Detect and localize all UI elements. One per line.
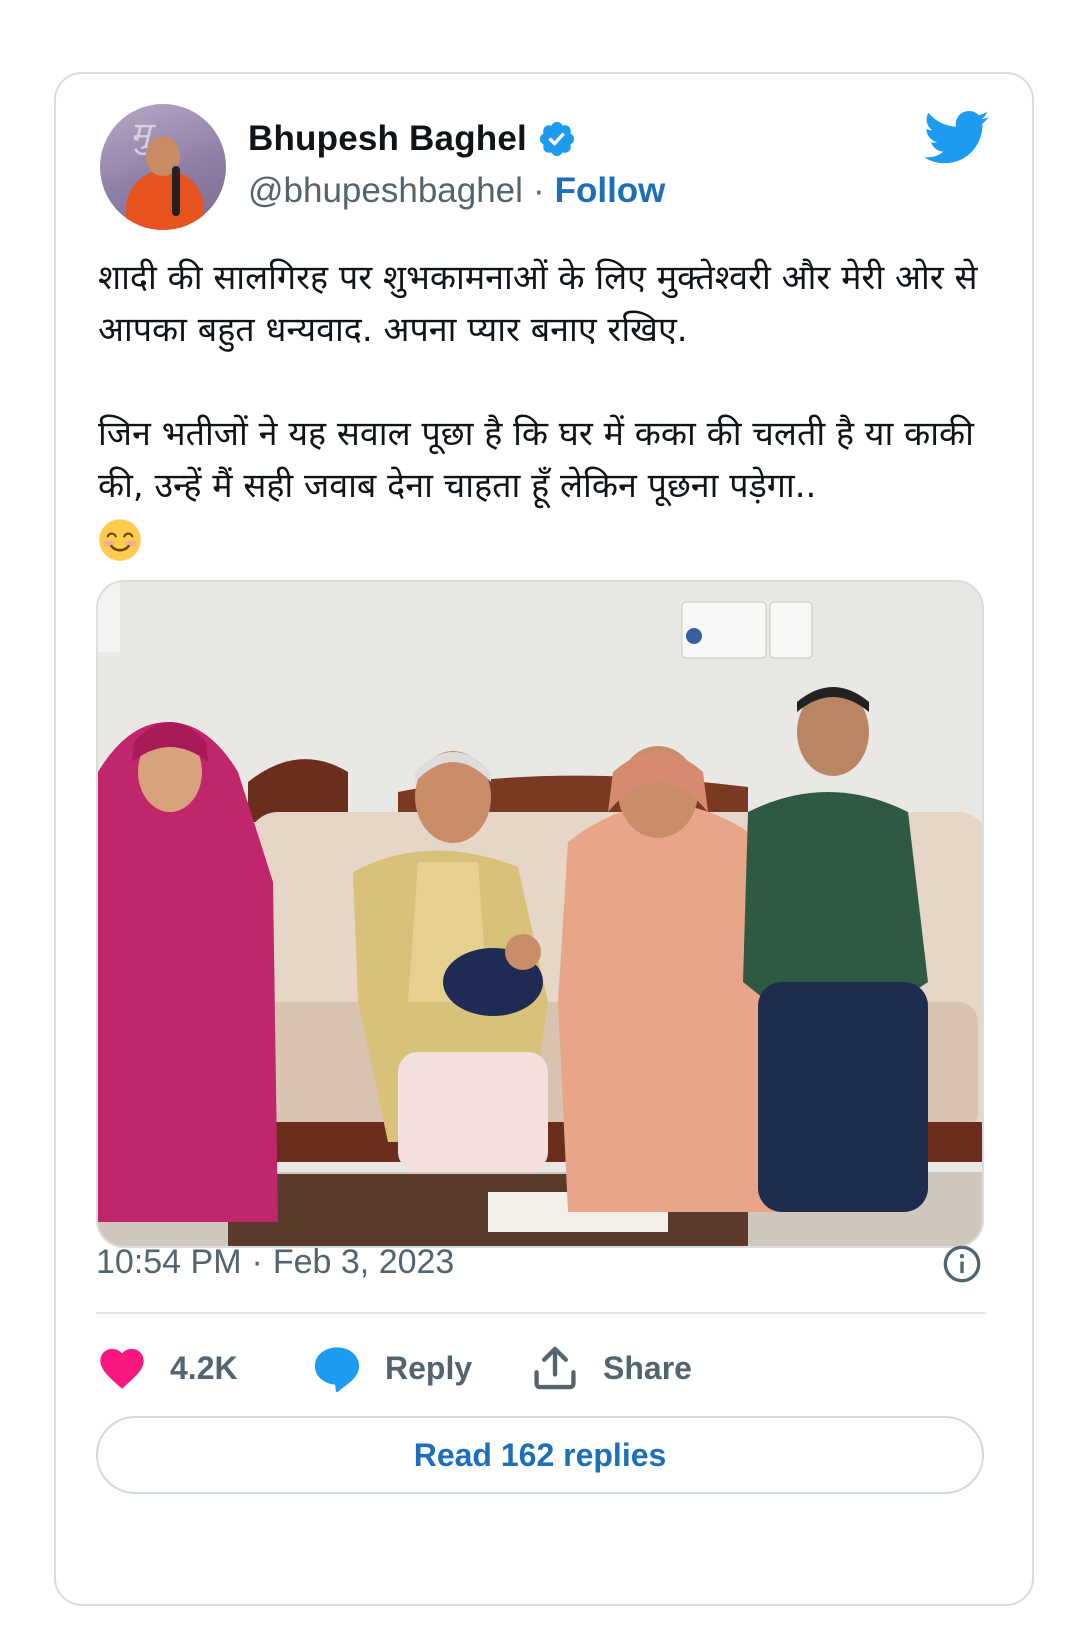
avatar-figure [126,170,204,230]
author-name[interactable]: Bhupesh Baghel [248,119,527,159]
tweet-photo[interactable] [96,580,984,1248]
tweet-time: 10:54 PM [96,1242,242,1281]
verified-badge-icon [539,121,575,157]
tweet-card: मु Bhupesh Baghel @bhupeshbaghel · Follo… [54,72,1034,1606]
twitter-bird-icon[interactable] [924,110,990,166]
tweet-body: शादी की सालगिरह पर शुभकामनाओं के लिए मुक… [98,252,998,564]
author-name-row: Bhupesh Baghel [248,114,577,164]
reply-label: Reply [385,1349,473,1386]
heart-icon [100,1348,144,1389]
share-button[interactable]: Share [529,1336,729,1400]
share-label: Share [603,1349,692,1386]
smiling-face-emoji-icon [99,518,141,561]
avatar[interactable]: मु [100,104,226,230]
timestamp-separator: · [251,1242,263,1281]
family-photo-illustration [98,582,982,1246]
tweet-actions: 4.2K Reply Share [96,1336,729,1400]
handle-separator: · [532,171,545,210]
author-handle-row: @bhupeshbaghel · Follow [248,168,665,214]
tweet-text: शादी की सालगिरह पर शुभकामनाओं के लिए मुक… [98,258,978,506]
share-upload-icon [534,1346,576,1390]
like-count: 4.2K [170,1349,238,1386]
tweet-header: मु Bhupesh Baghel @bhupeshbaghel · Follo… [100,104,990,234]
tweet-timestamp[interactable]: 10:54 PM · Feb 3, 2023 [96,1242,454,1282]
speech-bubble-icon [314,1347,360,1393]
info-icon[interactable] [942,1244,982,1284]
divider [96,1312,986,1314]
like-button[interactable]: 4.2K [96,1336,311,1400]
tweet-date: Feb 3, 2023 [272,1242,455,1281]
avatar-microphone [172,166,180,216]
reply-button[interactable]: Reply [311,1336,529,1400]
follow-button[interactable]: Follow [555,171,666,211]
read-replies-button[interactable]: Read 162 replies [96,1416,984,1494]
author-handle[interactable]: @bhupeshbaghel [248,171,523,211]
